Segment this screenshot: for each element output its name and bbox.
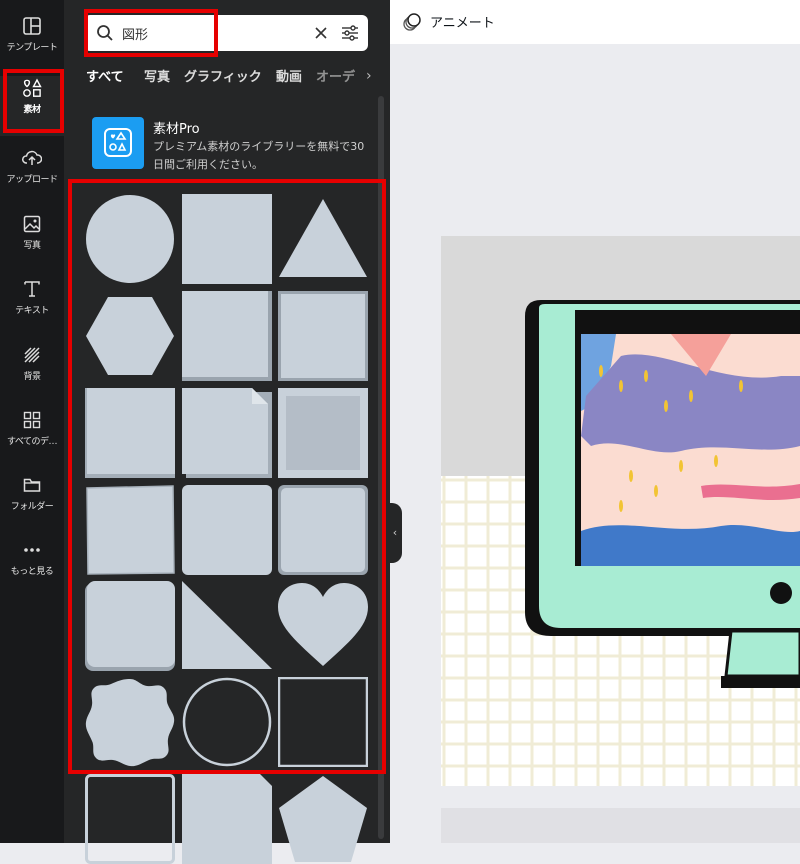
chevron-right-icon[interactable]: ›: [366, 68, 372, 84]
rounded-shadow-square-shape[interactable]: [85, 581, 175, 671]
rail-label: 素材: [23, 105, 41, 115]
hexagon-shape[interactable]: [85, 291, 175, 381]
square-shadow-shape[interactable]: [182, 291, 272, 381]
rail-item-elements[interactable]: 素材: [0, 76, 64, 136]
next-page-preview[interactable]: [441, 808, 800, 843]
rounded-square-shape[interactable]: [182, 485, 272, 575]
category-tabs: すべて 写真 グラフィック 動画 オーデ ›: [86, 66, 376, 94]
chevron-left-icon: ‹: [392, 526, 398, 539]
rail-item-uploads[interactable]: アップロード: [0, 146, 64, 206]
folded-corner-shape[interactable]: [182, 388, 272, 478]
circle-outline-shape[interactable]: [182, 677, 272, 767]
rail-label: もっと見る: [10, 567, 54, 577]
design-page[interactable]: [441, 236, 800, 786]
rail-label: テンプレート: [6, 43, 58, 53]
pentagon-shape[interactable]: [278, 774, 368, 864]
rail-label: テキスト: [15, 306, 49, 316]
template-icon: [23, 17, 41, 35]
rail-item-text[interactable]: テキスト: [0, 277, 64, 337]
rail-label: すべてのデ…: [6, 437, 58, 447]
animate-icon[interactable]: [402, 12, 422, 32]
collapse-panel-button[interactable]: ‹: [388, 503, 402, 563]
rail-item-templates[interactable]: テンプレート: [0, 14, 64, 74]
octagon-shape[interactable]: [182, 774, 272, 864]
rail-label: 背景: [23, 372, 41, 382]
rough-square-shape[interactable]: [85, 485, 175, 575]
all-designs-icon: [23, 411, 41, 429]
rail-label: アップロード: [6, 175, 58, 185]
retro-computer-illustration: [441, 236, 800, 786]
rail-label: 写真: [23, 241, 41, 251]
tab-all[interactable]: すべて: [86, 66, 136, 94]
framed-square-shape[interactable]: [278, 388, 368, 478]
elements-icon: [23, 78, 42, 97]
search-icon: [97, 25, 113, 41]
clear-search-icon[interactable]: [314, 26, 328, 40]
search-box: [84, 15, 368, 51]
heart-shape[interactable]: [278, 581, 368, 671]
promo-description: プレミアム素材のライブラリーを無料で30日間ご利用ください。: [153, 140, 365, 171]
upload-icon: [22, 150, 42, 165]
elements-pro-logo: [92, 117, 144, 169]
search-input[interactable]: [122, 23, 302, 43]
square-outline-shape[interactable]: [278, 677, 368, 767]
more-icon: [24, 548, 40, 552]
square-shadow-shape-2[interactable]: [85, 388, 175, 478]
tab-videos[interactable]: 動画: [276, 66, 302, 94]
rail-item-more[interactable]: もっと見る: [0, 538, 64, 598]
folder-icon: [23, 478, 41, 492]
rail-item-backgrounds[interactable]: 背景: [0, 343, 64, 403]
side-nav-rail: テンプレート 素材 アップロード 写真 テキスト 背景 すべてのデ… フォルダー…: [0, 0, 64, 843]
rail-item-all-designs[interactable]: すべてのデ…: [0, 408, 64, 468]
square-bordered-shape[interactable]: [278, 291, 368, 381]
photo-icon: [23, 215, 41, 233]
rail-label: フォルダー: [10, 502, 54, 512]
editor-toolbar: アニメート: [390, 0, 800, 44]
animate-button[interactable]: アニメート: [430, 12, 495, 31]
square-shape[interactable]: [182, 194, 272, 284]
rounded-bordered-square-shape[interactable]: [278, 485, 368, 575]
circle-shape[interactable]: [85, 194, 175, 284]
scalloped-circle-shape[interactable]: [85, 677, 175, 767]
text-icon: [24, 281, 40, 297]
elements-panel: すべて 写真 グラフィック 動画 オーデ › 素材Pro プレミアム素材のライブ…: [64, 0, 390, 864]
rail-item-photos[interactable]: 写真: [0, 212, 64, 272]
rail-item-folders[interactable]: フォルダー: [0, 473, 64, 533]
tab-graphics[interactable]: グラフィック: [184, 66, 262, 94]
tab-audio[interactable]: オーデ: [316, 66, 358, 94]
promo-title[interactable]: 素材Pro: [153, 118, 200, 137]
rounded-square-outline-shape[interactable]: [85, 774, 175, 864]
tab-photos[interactable]: 写真: [144, 66, 170, 94]
panel-scrollbar[interactable]: [378, 96, 384, 839]
background-icon: [24, 347, 40, 363]
right-triangle-shape[interactable]: [182, 581, 272, 671]
triangle-shape[interactable]: [278, 194, 368, 284]
filter-icon[interactable]: [341, 24, 359, 42]
elements-pro-icon: [104, 128, 132, 157]
